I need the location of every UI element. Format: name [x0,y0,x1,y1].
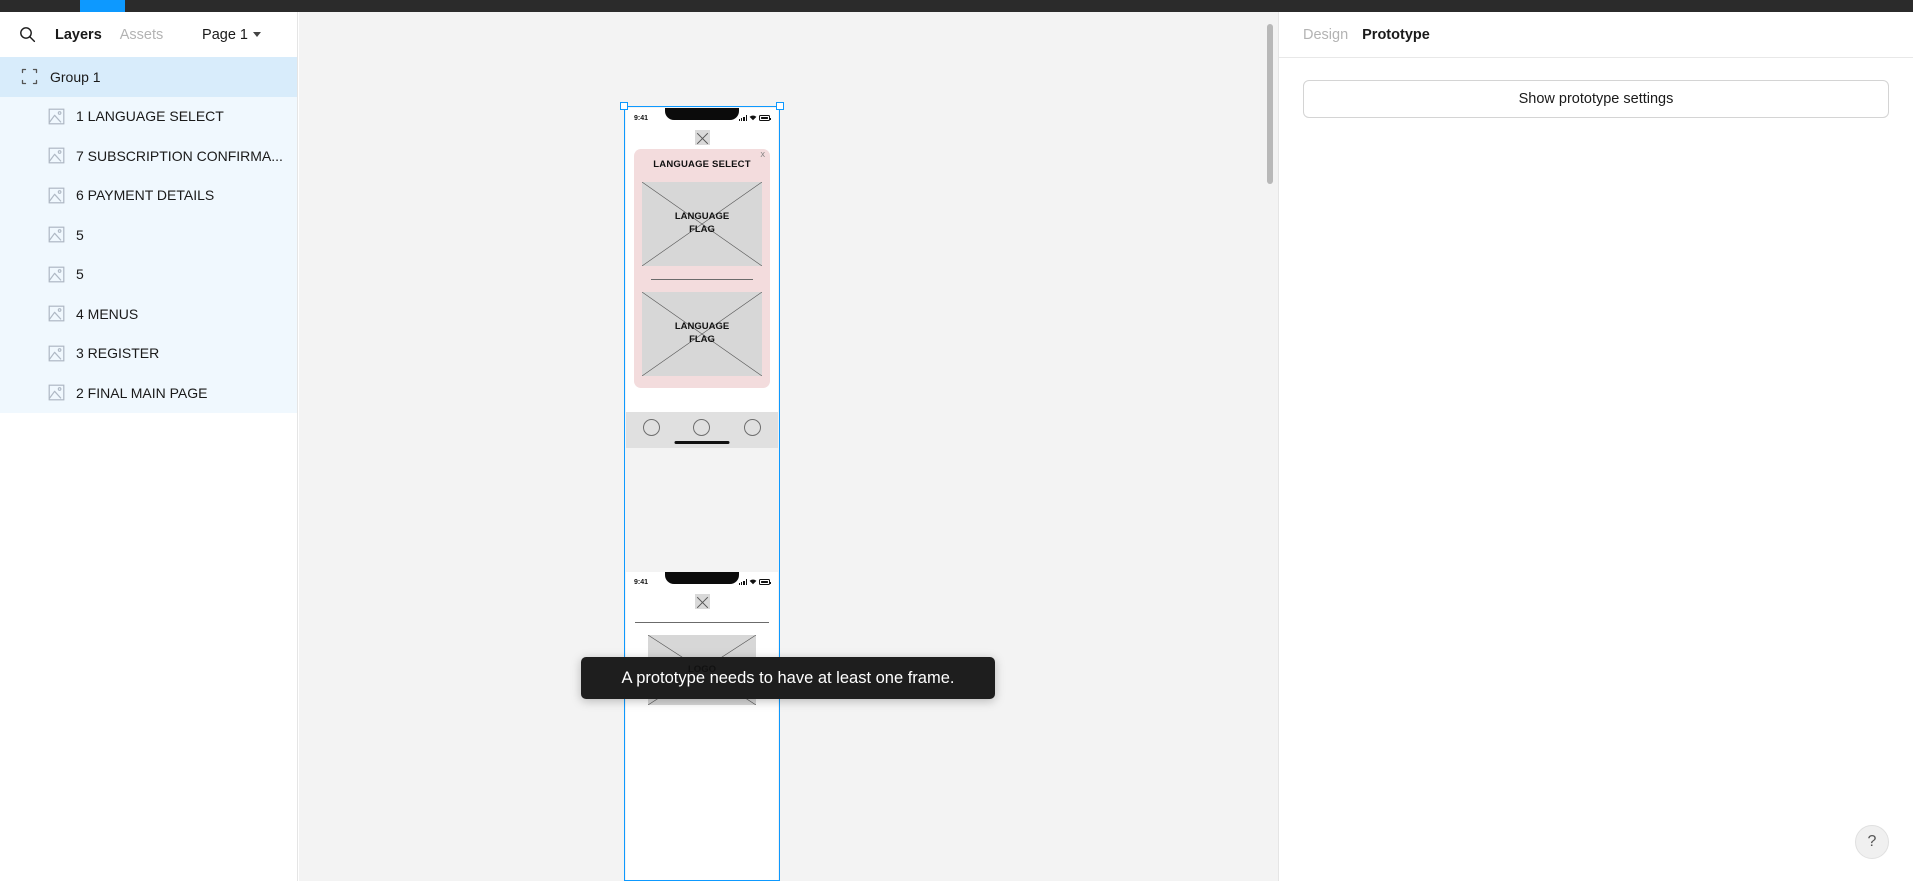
layer-label: 1 LANGUAGE SELECT [76,108,224,125]
flag-label-line2: FLAG [689,224,715,235]
layer-label: 5 [76,226,84,243]
layer-row-5-a[interactable]: 5 [0,215,297,255]
layer-label: 3 REGISTER [76,345,160,362]
group-frame-icon [21,69,38,85]
search-icon[interactable] [14,22,40,48]
image-icon [48,345,65,362]
language-flag-label-2: LANGUAGE FLAG [675,321,729,347]
chevron-down-icon [253,32,261,37]
flag-label-line1: LANGUAGE [674,321,730,333]
right-panel-divider [1279,57,1913,58]
app-top-bar [0,0,1913,12]
layer-label: 4 MENUS [76,305,139,322]
flag-label-line2: FLAG [689,334,715,345]
tab-assets[interactable]: Assets [111,23,173,47]
tab-design[interactable]: Design [1303,27,1348,43]
layer-label: 6 PAYMENT DETAILS [76,187,215,204]
image-icon [48,147,65,164]
image-icon [48,384,65,401]
language-flag-label-1: LANGUAGE FLAG [675,211,729,237]
toast-message: A prototype needs to have at least one f… [621,668,955,687]
image-icon [48,266,65,283]
layer-row-group-1[interactable]: Group 1 [0,57,297,97]
layer-row-1-language-select[interactable]: 1 LANGUAGE SELECT [0,96,297,136]
design-canvas[interactable]: 9:41 X LANGUAGE SELECT LANGUAGE FLAG LAN… [299,12,1278,881]
layer-row-3-register[interactable]: 3 REGISTER [0,333,297,373]
layer-list: Group 1 1 LANGUAGE SELECT 7 SUBSCRIPTION… [0,57,297,413]
page-selector-label: Page 1 [202,26,248,43]
canvas-vertical-scrollbar[interactable] [1267,24,1273,184]
image-icon [48,187,65,204]
sidebar-header: Layers Assets Page 1 [0,12,297,57]
image-icon [48,305,65,322]
layer-row-4-menus[interactable]: 4 MENUS [0,294,297,334]
image-icon [48,226,65,243]
selection-handle-top-left[interactable] [620,102,628,110]
selection-handle-top-right[interactable] [776,102,784,110]
left-sidebar: Layers Assets Page 1 Group 1 1 LANGUAGE … [0,12,298,881]
image-icon [48,108,65,125]
layer-label: 5 [76,266,84,283]
layer-label: 7 SUBSCRIPTION CONFIRMA... [76,147,283,164]
browser-tab-active[interactable] [80,0,125,12]
layer-row-6-payment-details[interactable]: 6 PAYMENT DETAILS [0,175,297,215]
layer-label: 2 FINAL MAIN PAGE [76,384,208,401]
help-button[interactable]: ? [1855,825,1889,859]
tab-prototype[interactable]: Prototype [1362,27,1430,43]
layer-row-2-final-main-page[interactable]: 2 FINAL MAIN PAGE [0,373,297,413]
layer-label: Group 1 [50,68,101,85]
layer-row-5-b[interactable]: 5 [0,254,297,294]
layer-row-7-subscription-confirmation[interactable]: 7 SUBSCRIPTION CONFIRMA... [0,136,297,176]
tab-layers[interactable]: Layers [46,23,111,47]
page-selector[interactable]: Page 1 [194,23,283,47]
show-prototype-settings-button[interactable]: Show prototype settings [1303,80,1889,118]
logo-label: LOGO [688,663,716,675]
right-panel: Design Prototype Show prototype settings [1278,12,1913,881]
toast-notification: A prototype needs to have at least one f… [581,657,995,699]
flag-label-line1: LANGUAGE [674,211,730,223]
help-icon: ? [1867,833,1877,850]
right-panel-tabs: Design Prototype [1279,12,1913,57]
